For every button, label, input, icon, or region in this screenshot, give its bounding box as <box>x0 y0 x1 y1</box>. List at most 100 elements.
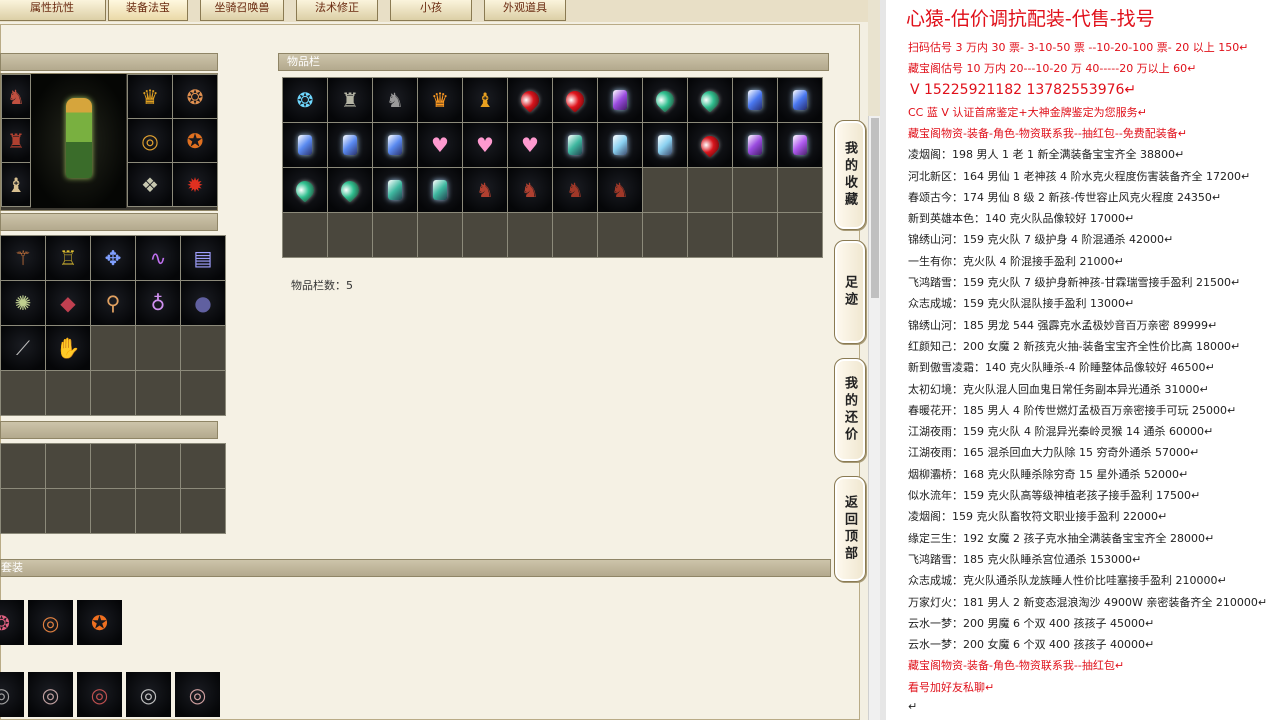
inventory-slot-empty[interactable] <box>733 168 777 212</box>
inventory-slot[interactable] <box>418 168 462 212</box>
inventory-slot-empty[interactable] <box>643 213 687 257</box>
inventory-slot[interactable] <box>553 123 597 167</box>
inventory-slot[interactable] <box>373 168 417 212</box>
footprint-button[interactable]: 足迹 <box>834 240 866 344</box>
treasure-slot-empty[interactable] <box>136 371 180 415</box>
treasure-slot[interactable]: ✋ <box>46 326 90 370</box>
tab-equipment[interactable]: 装备法宝 <box>108 0 188 21</box>
treasure-slot[interactable]: ● <box>181 281 225 325</box>
inventory-slot[interactable] <box>283 168 327 212</box>
treasure-slot[interactable]: ⟋ <box>1 326 45 370</box>
treasure-slot[interactable]: ◆ <box>46 281 90 325</box>
inventory-slot[interactable] <box>688 123 732 167</box>
inventory-slot-empty[interactable] <box>328 213 372 257</box>
tab-spell-correction[interactable]: 法术修正 <box>296 0 378 21</box>
equip-slot[interactable]: ♞ <box>2 75 30 118</box>
set-slot[interactable]: ◎ <box>28 672 73 717</box>
treasure-slot[interactable]: ▤ <box>181 236 225 280</box>
inventory-slot[interactable] <box>553 78 597 122</box>
treasure-slot[interactable]: ⚚ <box>1 236 45 280</box>
treasure-slot[interactable]: ♖ <box>46 236 90 280</box>
set-slot[interactable]: ◎ <box>126 672 171 717</box>
extra-slot-empty[interactable] <box>1 444 45 488</box>
inventory-slot[interactable] <box>598 78 642 122</box>
inventory-slot-empty[interactable] <box>778 168 822 212</box>
back-to-top-button[interactable]: 返回顶部 <box>834 476 866 582</box>
extra-slot-empty[interactable] <box>1 489 45 533</box>
inventory-slot[interactable] <box>283 123 327 167</box>
set-slot[interactable]: ◎ <box>175 672 220 717</box>
inventory-slot[interactable]: ♞ <box>508 168 552 212</box>
inventory-slot[interactable]: ♞ <box>598 168 642 212</box>
treasure-slot-empty[interactable] <box>1 371 45 415</box>
inventory-slot-empty[interactable] <box>553 213 597 257</box>
inventory-slot-empty[interactable] <box>598 213 642 257</box>
inventory-slot[interactable] <box>688 78 732 122</box>
inventory-slot[interactable]: ♞ <box>373 78 417 122</box>
inventory-slot[interactable]: ♞ <box>463 168 507 212</box>
my-bargain-button[interactable]: 我的还价 <box>834 358 866 462</box>
inventory-slot[interactable] <box>328 123 372 167</box>
inventory-slot[interactable] <box>778 78 822 122</box>
extra-slot-empty[interactable] <box>91 444 135 488</box>
tab-attributes[interactable]: 属性抗性 <box>0 0 106 21</box>
equip-slot[interactable]: ✹ <box>173 163 217 206</box>
inventory-slot-empty[interactable] <box>283 213 327 257</box>
extra-slot-empty[interactable] <box>46 489 90 533</box>
inventory-slot-empty[interactable] <box>688 168 732 212</box>
extra-slot-empty[interactable] <box>181 489 225 533</box>
inventory-slot-empty[interactable] <box>643 168 687 212</box>
treasure-slot[interactable]: ✥ <box>91 236 135 280</box>
inventory-slot-empty[interactable] <box>778 213 822 257</box>
inventory-slot[interactable] <box>733 78 777 122</box>
treasure-slot-empty[interactable] <box>136 326 180 370</box>
inventory-slot[interactable] <box>373 123 417 167</box>
inventory-slot-empty[interactable] <box>508 213 552 257</box>
set-slot[interactable]: ◎ <box>77 672 122 717</box>
inventory-slot-empty[interactable] <box>688 213 732 257</box>
scrollbar-thumb[interactable] <box>871 118 879 298</box>
treasure-slot[interactable]: ✺ <box>1 281 45 325</box>
inventory-slot-empty[interactable] <box>418 213 462 257</box>
equip-slot[interactable]: ♜ <box>2 119 30 162</box>
treasure-slot-empty[interactable] <box>181 326 225 370</box>
extra-slot-empty[interactable] <box>181 444 225 488</box>
inventory-slot-empty[interactable] <box>733 213 777 257</box>
inventory-slot[interactable]: ♛ <box>418 78 462 122</box>
inventory-slot[interactable] <box>328 168 372 212</box>
equip-slot[interactable]: ✪ <box>173 119 217 162</box>
treasure-slot-empty[interactable] <box>91 326 135 370</box>
set-slot[interactable]: ◎ <box>0 672 24 717</box>
tab-child[interactable]: 小孩 <box>390 0 472 21</box>
inventory-slot[interactable]: ♝ <box>463 78 507 122</box>
treasure-slot[interactable]: ⚲ <box>91 281 135 325</box>
treasure-slot[interactable]: ♁ <box>136 281 180 325</box>
inventory-slot[interactable]: ♥ <box>508 123 552 167</box>
inventory-slot[interactable]: ♞ <box>553 168 597 212</box>
tab-appearance[interactable]: 外观道具 <box>484 0 566 21</box>
treasure-slot-empty[interactable] <box>181 371 225 415</box>
inventory-slot-empty[interactable] <box>463 213 507 257</box>
inventory-slot[interactable] <box>643 123 687 167</box>
set-slot[interactable]: ◎ <box>28 600 73 645</box>
inventory-slot[interactable] <box>733 123 777 167</box>
my-collection-button[interactable]: 我的收藏 <box>834 120 866 230</box>
extra-slot-empty[interactable] <box>136 489 180 533</box>
inventory-slot[interactable] <box>508 78 552 122</box>
equip-slot[interactable]: ❖ <box>128 163 172 206</box>
inventory-slot[interactable] <box>778 123 822 167</box>
treasure-slot-empty[interactable] <box>91 371 135 415</box>
equip-slot[interactable]: ♝ <box>2 163 30 206</box>
inventory-slot[interactable]: ♜ <box>328 78 372 122</box>
equip-slot[interactable]: ◎ <box>128 119 172 162</box>
inventory-slot[interactable] <box>643 78 687 122</box>
treasure-slot-empty[interactable] <box>46 371 90 415</box>
extra-slot-empty[interactable] <box>136 444 180 488</box>
inventory-slot-empty[interactable] <box>373 213 417 257</box>
inventory-slot[interactable]: ♥ <box>463 123 507 167</box>
equip-slot[interactable]: ❂ <box>173 75 217 118</box>
inventory-slot[interactable]: ❂ <box>283 78 327 122</box>
set-slot[interactable]: ❂ <box>0 600 24 645</box>
equip-slot[interactable]: ♛ <box>128 75 172 118</box>
treasure-slot[interactable]: ∿ <box>136 236 180 280</box>
